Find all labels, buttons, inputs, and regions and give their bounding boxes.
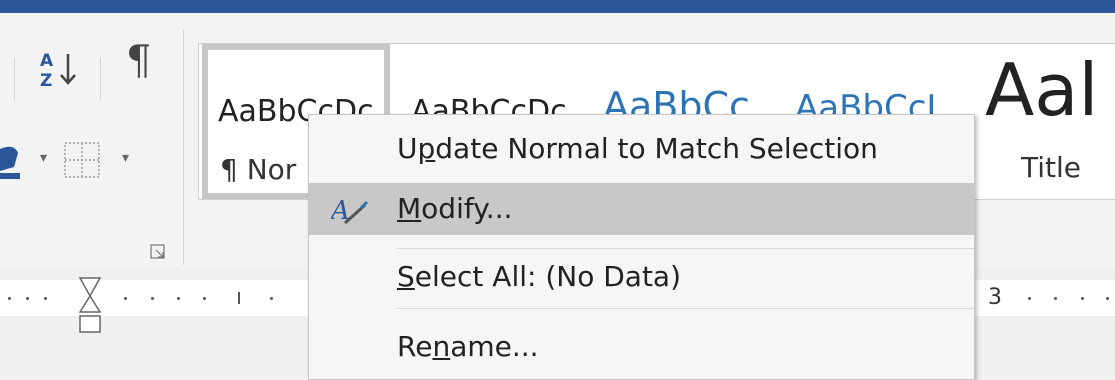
indent-marker-icon[interactable] [78, 276, 102, 336]
menu-item-update-normal[interactable]: Update Normal to Match Selection [309, 123, 974, 175]
ruler-tick [1106, 297, 1109, 300]
ribbon-group-divider [183, 30, 184, 265]
shading-icon[interactable] [0, 141, 40, 181]
menu-separator [397, 308, 974, 309]
ruler-tick [1081, 297, 1084, 300]
ruler-tick [151, 297, 154, 300]
ruler-tick [1028, 297, 1031, 300]
borders-dropdown-icon[interactable]: ▾ [122, 150, 129, 166]
show-formatting-marks-icon[interactable]: ¶ [126, 38, 151, 84]
ruler-tick [124, 297, 127, 300]
menu-item-rename[interactable]: Rename... [309, 321, 974, 373]
ruler-tick [177, 297, 180, 300]
menu-item-label: Select All: (No Data) [397, 260, 682, 293]
style-name-label: ¶ Nor [220, 153, 297, 186]
svg-text:A: A [40, 51, 54, 71]
window-title-bar [0, 0, 1115, 13]
ribbon-separator [100, 58, 101, 100]
ruler-tick [270, 297, 273, 300]
dialog-launcher-icon[interactable] [150, 244, 166, 260]
ruler-number: 3 [988, 285, 1002, 310]
menu-item-label: Modify... [397, 192, 513, 225]
ribbon-separator [14, 58, 15, 100]
ruler-tick [26, 297, 29, 300]
ruler-tick [1054, 297, 1057, 300]
style-title-tile[interactable]: Aal Title [985, 44, 1115, 199]
borders-icon[interactable] [63, 141, 103, 181]
menu-item-select-all[interactable]: Select All: (No Data) [309, 251, 974, 303]
shading-dropdown-icon[interactable]: ▾ [40, 150, 47, 166]
modify-style-icon: A [331, 196, 369, 226]
ruler-tick [44, 297, 47, 300]
style-name-label: Title [1021, 151, 1082, 184]
ruler-tick [203, 297, 206, 300]
ruler-tick [238, 292, 240, 304]
ruler-tick [8, 297, 11, 300]
sort-az-icon[interactable]: A Z [38, 48, 80, 90]
menu-separator [397, 248, 974, 249]
svg-text:Z: Z [40, 71, 52, 90]
style-sample-text: Aal [985, 48, 1099, 132]
menu-item-modify[interactable]: A Modify... [309, 183, 974, 235]
style-context-menu: Update Normal to Match Selection A Modif… [308, 114, 975, 380]
menu-item-label: Rename... [397, 330, 539, 363]
menu-item-label: Update Normal to Match Selection [397, 132, 878, 165]
